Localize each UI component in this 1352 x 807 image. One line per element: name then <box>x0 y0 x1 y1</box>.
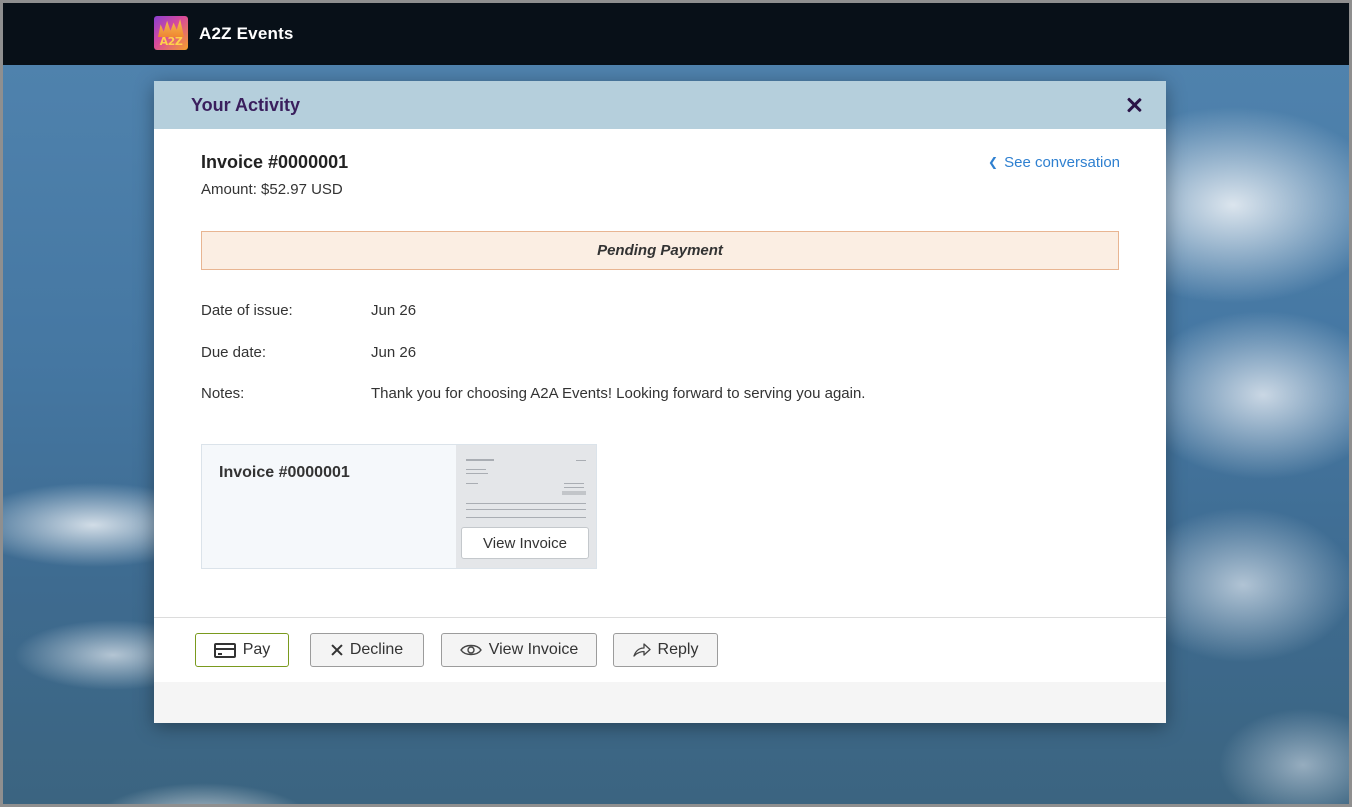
decline-label: Decline <box>349 641 404 658</box>
pay-button[interactable]: Pay <box>195 633 289 667</box>
thumb-line <box>466 509 586 510</box>
view-invoice-thumbnail-button[interactable]: View Invoice <box>461 527 589 559</box>
top-bar: A2Z A2Z Events <box>3 3 1349 65</box>
thumb-line <box>466 503 586 504</box>
see-conversation-link[interactable]: ❮ See conversation <box>988 154 1120 171</box>
thumb-line <box>466 517 586 518</box>
app-frame: A2Z A2Z Events Your Activity Invoice #00… <box>0 0 1352 807</box>
status-text: Pending Payment <box>597 242 723 259</box>
due-date-label: Due date: <box>201 344 267 361</box>
footer-divider <box>154 617 1166 618</box>
date-of-issue-label: Date of issue: <box>201 302 293 319</box>
decline-button[interactable]: Decline <box>310 633 424 667</box>
thumb-line <box>562 491 586 495</box>
dialog-header: Your Activity <box>154 81 1166 129</box>
thumb-line <box>564 487 584 488</box>
thumb-line <box>564 483 584 484</box>
reply-arrow-icon <box>632 643 651 657</box>
activity-dialog: Your Activity Invoice #0000001 Amount: $… <box>154 81 1166 723</box>
thumb-line <box>466 473 488 474</box>
close-icon <box>331 644 343 656</box>
reply-button[interactable]: Reply <box>613 633 718 667</box>
pay-label: Pay <box>242 641 271 658</box>
reply-label: Reply <box>657 641 699 658</box>
view-invoice-label: View Invoice <box>488 641 579 658</box>
dialog-footer <box>154 682 1166 723</box>
see-conversation-label: See conversation <box>1004 154 1120 171</box>
thumb-line <box>466 459 494 461</box>
invoice-title: Invoice #0000001 <box>201 152 349 172</box>
invoice-amount: Amount: $52.97 USD <box>201 181 343 198</box>
dialog-title: Your Activity <box>191 95 301 115</box>
app-logo[interactable]: A2Z <box>154 16 188 50</box>
app-title[interactable]: A2Z Events <box>199 24 294 44</box>
credit-card-icon <box>213 642 236 658</box>
date-of-issue-value: Jun 26 <box>371 302 417 319</box>
thumb-line <box>466 483 478 484</box>
attachment-name: Invoice #0000001 <box>219 464 350 481</box>
due-date-value: Jun 26 <box>371 344 417 361</box>
notes-value: Thank you for choosing A2A Events! Looki… <box>371 385 866 402</box>
view-invoice-button[interactable]: View Invoice <box>441 633 597 667</box>
close-icon[interactable] <box>1122 93 1146 117</box>
thumb-line <box>466 469 486 470</box>
eye-icon <box>459 644 482 656</box>
logo-text: A2Z <box>159 35 183 48</box>
notes-label: Notes: <box>201 385 245 402</box>
status-banner: Pending Payment <box>201 231 1119 270</box>
invoice-thumbnail[interactable]: View Invoice <box>456 445 596 568</box>
invoice-attachment-card[interactable]: Invoice #0000001 View Invoice <box>201 444 597 569</box>
thumb-line <box>576 460 586 461</box>
chevron-left-icon: ❮ <box>988 155 999 169</box>
